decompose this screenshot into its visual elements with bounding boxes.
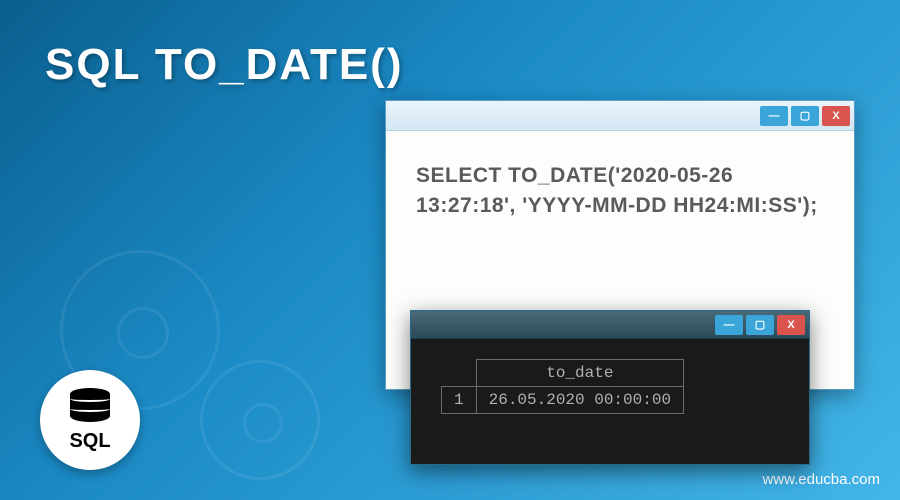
database-icon: [70, 388, 110, 426]
result-window: — ▢ X to_date 1 26.05.2020 00:00:00: [410, 310, 810, 465]
row-number-header: [442, 360, 477, 387]
close-button[interactable]: X: [777, 315, 805, 335]
row-number: 1: [442, 387, 477, 414]
result-table: to_date 1 26.05.2020 00:00:00: [441, 359, 684, 414]
column-header: to_date: [476, 360, 683, 387]
maximize-button[interactable]: ▢: [791, 106, 819, 126]
watermark: www.educba.com: [762, 471, 880, 488]
minimize-button[interactable]: —: [715, 315, 743, 335]
code-content: SELECT TO_DATE('2020-05-26 13:27:18', 'Y…: [386, 131, 854, 252]
sql-badge-label: SQL: [69, 430, 110, 453]
result-window-titlebar: — ▢ X: [411, 311, 809, 339]
sql-badge: SQL: [40, 370, 140, 470]
result-value: 26.05.2020 00:00:00: [476, 387, 683, 414]
page-title: SQL TO_DATE(): [45, 40, 403, 90]
close-button[interactable]: X: [822, 106, 850, 126]
background-gear-small: [200, 360, 320, 480]
table-row: 1 26.05.2020 00:00:00: [442, 387, 684, 414]
result-content: to_date 1 26.05.2020 00:00:00: [411, 339, 809, 434]
code-window-titlebar: — ▢ X: [386, 101, 854, 131]
maximize-button[interactable]: ▢: [746, 315, 774, 335]
minimize-button[interactable]: —: [760, 106, 788, 126]
